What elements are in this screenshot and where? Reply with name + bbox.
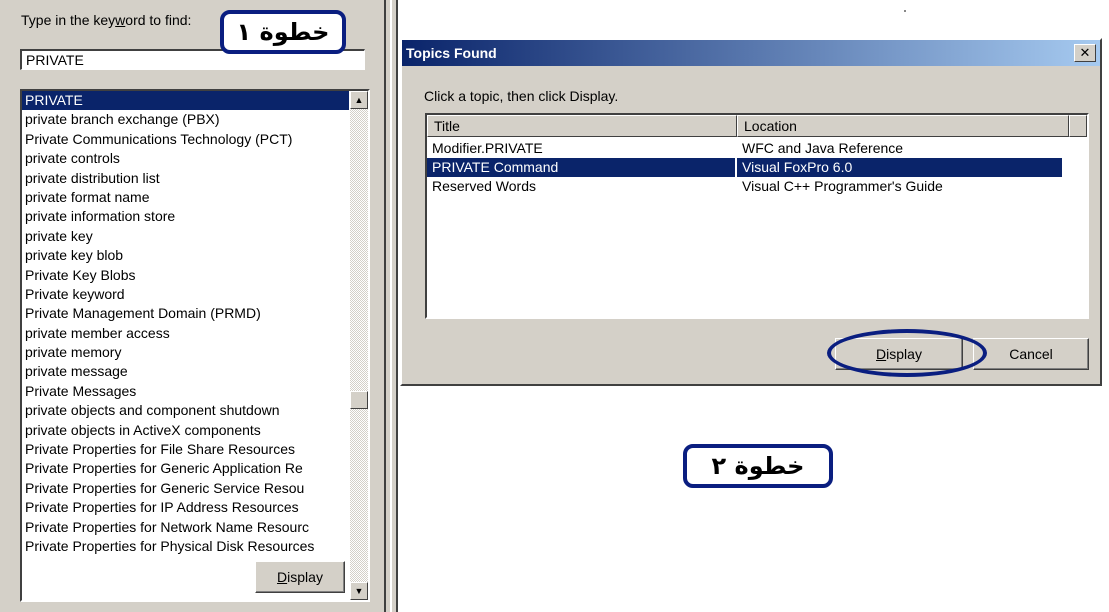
dialog-cancel-button[interactable]: Cancel bbox=[973, 338, 1089, 370]
index-list-item[interactable]: Private keyword bbox=[22, 285, 349, 304]
topic-row[interactable]: Reserved Words Visual C++ Programmer's Gu… bbox=[427, 177, 1087, 196]
column-header-title[interactable]: Title bbox=[427, 115, 737, 137]
index-list-item[interactable]: Private Communications Technology (PCT) bbox=[22, 130, 349, 149]
index-list-item[interactable]: private distribution list bbox=[22, 169, 349, 188]
topics-list[interactable]: Title Location Modifier.PRIVATE WFC and J… bbox=[425, 113, 1089, 319]
index-list-item[interactable]: private format name bbox=[22, 188, 349, 207]
topic-location-cell: WFC and Java Reference bbox=[742, 140, 904, 156]
index-list[interactable]: PRIVATE private branch exchange (PBX) Priv… bbox=[20, 89, 370, 602]
index-list-item[interactable]: private objects in ActiveX components bbox=[22, 421, 349, 440]
index-items: PRIVATE private branch exchange (PBX) Priv… bbox=[22, 91, 349, 556]
index-list-item[interactable]: Private Properties for Generic Service R… bbox=[22, 479, 349, 498]
scroll-thumb[interactable] bbox=[350, 391, 368, 409]
index-list-item[interactable]: private key bbox=[22, 227, 349, 246]
scroll-down-icon[interactable]: ▼ bbox=[350, 582, 368, 600]
index-list-item[interactable]: private message bbox=[22, 362, 349, 381]
index-display-button[interactable]: Display bbox=[255, 561, 345, 593]
index-list-item[interactable]: Private Properties for Generic Applicati… bbox=[22, 459, 349, 478]
index-list-item[interactable]: PRIVATE bbox=[22, 91, 349, 111]
topic-location-cell: Visual C++ Programmer's Guide bbox=[742, 178, 943, 194]
dialog-title: Topics Found bbox=[406, 45, 497, 61]
index-list-item[interactable]: private branch exchange (PBX) bbox=[22, 110, 349, 129]
topic-title-cell: PRIVATE Command bbox=[427, 158, 735, 177]
scroll-up-icon[interactable]: ▲ bbox=[350, 91, 368, 109]
topic-row[interactable]: Modifier.PRIVATE WFC and Java Reference bbox=[427, 139, 1087, 158]
index-list-item[interactable]: private memory bbox=[22, 343, 349, 362]
dialog-title-bar: Topics Found bbox=[402, 40, 1100, 66]
index-scrollbar[interactable]: ▲ ▼ bbox=[350, 91, 368, 600]
index-pane: Type in the keyword to find: PRIVATE PRI… bbox=[0, 0, 384, 612]
topics-found-dialog: Topics Found ✕ Click a topic, then click… bbox=[400, 38, 1102, 386]
index-list-item[interactable]: private member access bbox=[22, 324, 349, 343]
topic-title-cell: Modifier.PRIVATE bbox=[432, 140, 543, 156]
step1-annotation: خطوة ١ bbox=[220, 10, 346, 54]
index-list-item[interactable]: Private Properties for Physical Disk Res… bbox=[22, 537, 349, 556]
column-header-location[interactable]: Location bbox=[737, 115, 1069, 137]
find-keyword-label: Type in the keyword to find: bbox=[21, 12, 192, 28]
topic-title-cell: Reserved Words bbox=[432, 178, 537, 194]
index-list-item[interactable]: Private Key Blobs bbox=[22, 266, 349, 285]
dialog-instruction: Click a topic, then click Display. bbox=[424, 88, 619, 104]
index-list-item[interactable]: Private Properties for File Share Resour… bbox=[22, 440, 349, 459]
index-list-item[interactable]: Private Messages bbox=[22, 382, 349, 401]
index-list-item[interactable]: Private Properties for IP Address Resour… bbox=[22, 498, 349, 517]
topic-location-cell: Visual FoxPro 6.0 bbox=[737, 158, 1062, 177]
index-list-item[interactable]: private information store bbox=[22, 207, 349, 226]
topic-row[interactable]: PRIVATE Command Visual FoxPro 6.0 bbox=[427, 158, 1087, 177]
column-header-filler bbox=[1069, 115, 1087, 137]
dialog-display-button[interactable]: Display bbox=[835, 338, 963, 370]
index-list-item[interactable]: private key blob bbox=[22, 246, 349, 265]
step2-annotation: خطوة ٢ bbox=[683, 444, 833, 488]
index-list-item[interactable]: private controls bbox=[22, 149, 349, 168]
index-list-item[interactable]: private objects and component shutdown bbox=[22, 401, 349, 420]
index-list-item[interactable]: Private Management Domain (PRMD) bbox=[22, 304, 349, 323]
close-icon[interactable]: ✕ bbox=[1074, 44, 1096, 62]
index-list-item[interactable]: Private Properties for Network Name Reso… bbox=[22, 518, 349, 537]
pane-splitter[interactable] bbox=[384, 0, 398, 612]
stray-dot bbox=[904, 10, 906, 12]
